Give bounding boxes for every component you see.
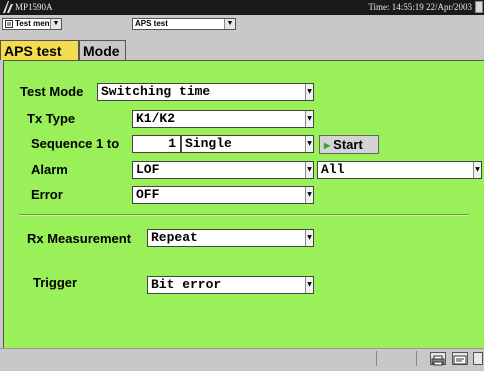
chevron-down-icon: ▼ bbox=[305, 187, 313, 203]
start-button-label: Start bbox=[333, 137, 363, 152]
trigger-label: Trigger bbox=[33, 275, 78, 290]
aps-test-dropdown[interactable]: APS test ▼ bbox=[132, 18, 236, 30]
status-bar bbox=[0, 348, 484, 368]
instrument-model: MP1590A bbox=[15, 2, 53, 12]
error-select[interactable]: OFF ▼ bbox=[132, 186, 314, 204]
titlebar-button[interactable] bbox=[475, 1, 483, 13]
sequence-mode-select[interactable]: Single ▼ bbox=[181, 135, 314, 153]
error-value: OFF bbox=[136, 187, 160, 202]
chevron-down-icon: ▼ bbox=[224, 19, 235, 29]
chevron-down-icon: ▼ bbox=[305, 84, 313, 100]
tx-type-label: Tx Type bbox=[27, 111, 76, 126]
test-menu-label: Test menu bbox=[15, 19, 55, 28]
alarm-select[interactable]: LOF ▼ bbox=[132, 161, 314, 179]
chevron-down-icon: ▼ bbox=[305, 136, 313, 152]
title-bar: MP1590A Time: 14:55:19 22/Apr/2003 bbox=[0, 0, 484, 15]
clock-readout: Time: 14:55:19 22/Apr/2003 bbox=[368, 2, 472, 12]
aps-test-panel: Test Mode Switching time ▼ Tx Type K1/K2… bbox=[3, 60, 484, 348]
printer-icon[interactable] bbox=[430, 352, 446, 366]
tab-mode[interactable]: Mode bbox=[79, 40, 126, 60]
test-mode-label: Test Mode bbox=[20, 84, 84, 99]
tx-type-value: K1/K2 bbox=[136, 111, 176, 126]
test-menu-dropdown[interactable]: Test menu ▼ bbox=[2, 18, 62, 30]
play-icon: ▶ bbox=[324, 141, 331, 150]
tx-type-select[interactable]: K1/K2 ▼ bbox=[132, 110, 314, 128]
menu-bar: Test menu ▼ APS test ▼ bbox=[0, 15, 484, 39]
menu-icon bbox=[5, 19, 13, 28]
chevron-down-icon: ▼ bbox=[305, 111, 313, 127]
error-label: Error bbox=[31, 187, 63, 202]
sequence-mode-value: Single bbox=[185, 136, 232, 151]
tab-aps-test-label: APS test bbox=[4, 43, 62, 59]
info-icon[interactable] bbox=[473, 352, 483, 365]
start-button[interactable]: ▶ Start bbox=[319, 135, 379, 154]
alarm-scope-select[interactable]: All ▼ bbox=[317, 161, 482, 179]
alarm-label: Alarm bbox=[31, 162, 68, 177]
rx-measurement-value: Repeat bbox=[151, 230, 198, 245]
sequence-label: Sequence 1 to bbox=[31, 136, 120, 151]
test-mode-select[interactable]: Switching time ▼ bbox=[97, 83, 314, 101]
alarm-value: LOF bbox=[136, 162, 160, 177]
trigger-select[interactable]: Bit error ▼ bbox=[147, 276, 314, 294]
tab-aps-test[interactable]: APS test bbox=[0, 40, 79, 60]
section-divider bbox=[19, 214, 469, 216]
aps-test-select-label: APS test bbox=[135, 19, 168, 28]
chevron-down-icon: ▼ bbox=[305, 230, 313, 246]
chevron-down-icon: ▼ bbox=[473, 162, 481, 178]
tab-mode-label: Mode bbox=[83, 43, 120, 59]
test-mode-value: Switching time bbox=[101, 84, 211, 99]
chevron-down-icon: ▼ bbox=[305, 277, 313, 293]
trigger-value: Bit error bbox=[151, 277, 222, 292]
screen-icon[interactable] bbox=[452, 352, 468, 365]
chevron-down-icon: ▼ bbox=[50, 19, 61, 29]
rx-measurement-select[interactable]: Repeat ▼ bbox=[147, 229, 314, 247]
status-cell bbox=[376, 351, 416, 366]
rx-measurement-label: Rx Measurement bbox=[27, 231, 132, 246]
alarm-scope-value: All bbox=[321, 162, 345, 177]
chevron-down-icon: ▼ bbox=[305, 162, 313, 178]
sequence-count-input[interactable]: 1 bbox=[132, 135, 181, 153]
anritsu-logo-icon bbox=[3, 1, 13, 13]
